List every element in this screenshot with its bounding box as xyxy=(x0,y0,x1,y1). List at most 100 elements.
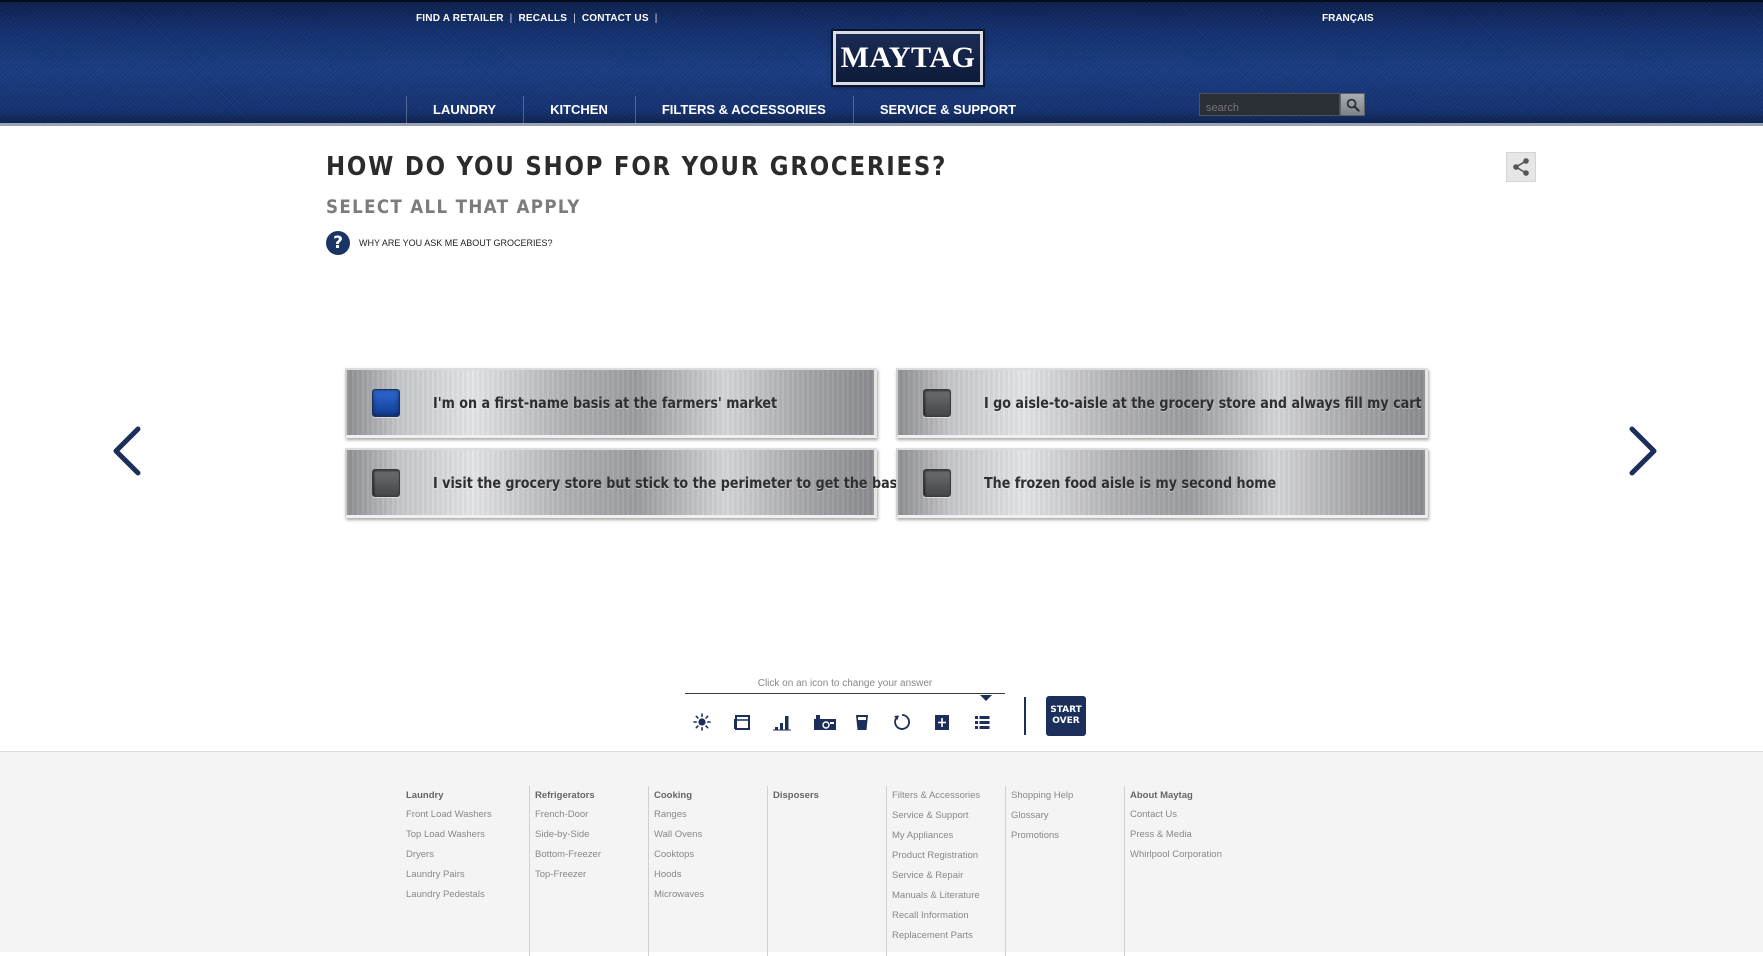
cycle-icon xyxy=(894,714,910,730)
footer-link[interactable]: Microwaves xyxy=(654,889,767,901)
footer-link[interactable]: Service & Support xyxy=(892,810,1005,822)
footer-link[interactable]: My Appliances xyxy=(892,830,1005,842)
footer-heading[interactable]: Disposers xyxy=(773,790,886,801)
fridge-icon xyxy=(734,715,750,730)
footer-link[interactable]: Whirlpool Corporation xyxy=(1130,849,1243,861)
answer-option[interactable]: I visit the grocery store but stick to t… xyxy=(345,448,917,518)
question-mark-icon: ? xyxy=(326,231,350,255)
nav-filters-accessories[interactable]: FILTERS & ACCESSORIES xyxy=(634,92,853,126)
footer-link[interactable]: Press & Media xyxy=(1130,829,1243,841)
bar-chart-icon xyxy=(773,716,791,731)
answer-option[interactable]: The frozen food aisle is my second home xyxy=(896,448,1428,518)
footer-link[interactable]: Dryers xyxy=(406,849,529,861)
step-button[interactable] xyxy=(773,711,813,733)
footer-link[interactable]: Top Load Washers xyxy=(406,829,529,841)
answer-options: I'm on a first-name basis at the farmers… xyxy=(345,368,1428,518)
recalls-link[interactable]: RECALLS xyxy=(518,13,567,24)
search-button[interactable] xyxy=(1340,93,1365,116)
footer-link[interactable]: Replacement Parts xyxy=(892,930,1005,942)
answer-option[interactable]: I go aisle-to-aisle at the grocery store… xyxy=(896,368,1428,438)
footer-link[interactable]: French-Door xyxy=(535,809,648,821)
footer-heading[interactable]: Filters & Accessories xyxy=(892,790,1005,802)
checkbox[interactable] xyxy=(923,388,951,417)
footer-link[interactable]: Promotions xyxy=(1011,830,1124,842)
footer-heading[interactable]: Laundry xyxy=(406,790,529,801)
footer-heading[interactable]: Shopping Help xyxy=(1011,790,1124,802)
footer-link[interactable]: Ranges xyxy=(654,809,767,821)
step-button[interactable] xyxy=(893,711,933,733)
cup-icon xyxy=(856,715,868,730)
header-top-edge xyxy=(0,0,1763,2)
freezer-icon xyxy=(935,715,949,730)
footer-link[interactable]: Contact Us xyxy=(1130,809,1243,821)
answer-label: I go aisle-to-aisle at the grocery store… xyxy=(984,393,1422,412)
util-separator: | xyxy=(509,13,513,24)
nav-kitchen[interactable]: KITCHEN xyxy=(523,92,635,126)
footer-column-filters: Filters & Accessories Service & Support … xyxy=(886,752,1005,956)
main-nav: LAUNDRY KITCHEN FILTERS & ACCESSORIES SE… xyxy=(406,92,1043,126)
footer-columns: Laundry Front Load Washers Top Load Wash… xyxy=(400,752,1243,956)
footer-column-disposers: Disposers xyxy=(767,752,886,956)
site-footer: Laundry Front Load Washers Top Load Wash… xyxy=(0,751,1763,956)
footer-column-laundry: Laundry Front Load Washers Top Load Wash… xyxy=(400,752,529,953)
footer-link[interactable]: Product Registration xyxy=(892,850,1005,862)
previous-arrow[interactable] xyxy=(110,423,144,479)
footer-heading[interactable]: Refrigerators xyxy=(535,790,648,801)
footer-link[interactable]: Wall Ovens xyxy=(654,829,767,841)
checkbox-checked[interactable] xyxy=(372,388,400,417)
nav-laundry[interactable]: LAUNDRY xyxy=(406,92,523,126)
footer-link[interactable]: Bottom-Freezer xyxy=(535,849,648,861)
footer-heading[interactable]: About Maytag xyxy=(1130,790,1243,801)
footer-link[interactable]: Service & Repair xyxy=(892,870,1005,882)
share-button[interactable] xyxy=(1506,152,1536,182)
footer-link[interactable]: Side-by-Side xyxy=(535,829,648,841)
maytag-logo[interactable]: MAYTAG xyxy=(833,31,983,85)
checkbox[interactable] xyxy=(372,468,400,497)
nav-service-support[interactable]: SERVICE & SUPPORT xyxy=(852,92,1043,126)
answer-option[interactable]: I'm on a first-name basis at the farmers… xyxy=(345,368,877,438)
footer-link[interactable]: Laundry Pairs xyxy=(406,869,529,881)
search-box xyxy=(1199,93,1365,116)
logo-wordmark: MAYTAG xyxy=(840,41,976,74)
answer-label: The frozen food aisle is my second home xyxy=(984,473,1277,492)
footer-link[interactable]: Cooktops xyxy=(654,849,767,861)
footer-column-shopping-help: Shopping Help Glossary Promotions xyxy=(1005,752,1124,956)
checkbox[interactable] xyxy=(923,468,951,497)
why-link-text: WHY ARE YOU ASK ME ABOUT GROCERIES? xyxy=(359,238,553,248)
footer-link[interactable]: Manuals & Literature xyxy=(892,890,1005,902)
step-button[interactable] xyxy=(933,711,973,733)
footer-link[interactable]: Hoods xyxy=(654,869,767,881)
footer-link[interactable]: Recall Information xyxy=(892,910,1005,922)
step-button[interactable] xyxy=(853,711,893,733)
answer-label: I'm on a first-name basis at the farmers… xyxy=(433,393,778,412)
question-subtitle: SELECT ALL THAT APPLY xyxy=(326,196,581,218)
start-over-button[interactable]: START OVER xyxy=(1046,696,1086,736)
progress-divider xyxy=(1024,697,1026,735)
find-a-retailer-link[interactable]: FIND A RETAILER xyxy=(416,13,504,24)
question-title: HOW DO YOU SHOP FOR YOUR GROCERIES? xyxy=(326,152,948,182)
why-link[interactable]: ? WHY ARE YOU ASK ME ABOUT GROCERIES? xyxy=(326,231,553,255)
progress-line xyxy=(685,693,1005,694)
search-input[interactable] xyxy=(1199,93,1340,116)
step-button[interactable] xyxy=(813,711,853,733)
footer-link[interactable]: Front Load Washers xyxy=(406,809,529,821)
footer-link[interactable]: Top-Freezer xyxy=(535,869,648,881)
step-button[interactable] xyxy=(973,711,1013,733)
step-button[interactable] xyxy=(733,711,773,733)
chevron-right-icon xyxy=(1629,426,1657,476)
next-arrow[interactable] xyxy=(1626,423,1660,479)
start-over-line: START xyxy=(1050,705,1082,715)
kitchen-icon xyxy=(814,715,836,730)
progress-icons xyxy=(693,711,1013,733)
chevron-left-icon xyxy=(113,426,141,476)
language-toggle[interactable]: FRANÇAIS xyxy=(1322,13,1374,24)
step-button[interactable] xyxy=(693,711,733,733)
list-icon xyxy=(975,716,990,729)
footer-link[interactable]: Glossary xyxy=(1011,810,1124,822)
footer-column-about: About Maytag Contact Us Press & Media Wh… xyxy=(1124,752,1243,956)
contact-us-link[interactable]: CONTACT US xyxy=(582,13,649,24)
footer-heading[interactable]: Cooking xyxy=(654,790,767,801)
footer-column-refrigerators: Refrigerators French-Door Side-by-Side B… xyxy=(529,752,648,956)
current-step-caret xyxy=(980,695,992,701)
footer-link[interactable]: Laundry Pedestals xyxy=(406,889,529,901)
